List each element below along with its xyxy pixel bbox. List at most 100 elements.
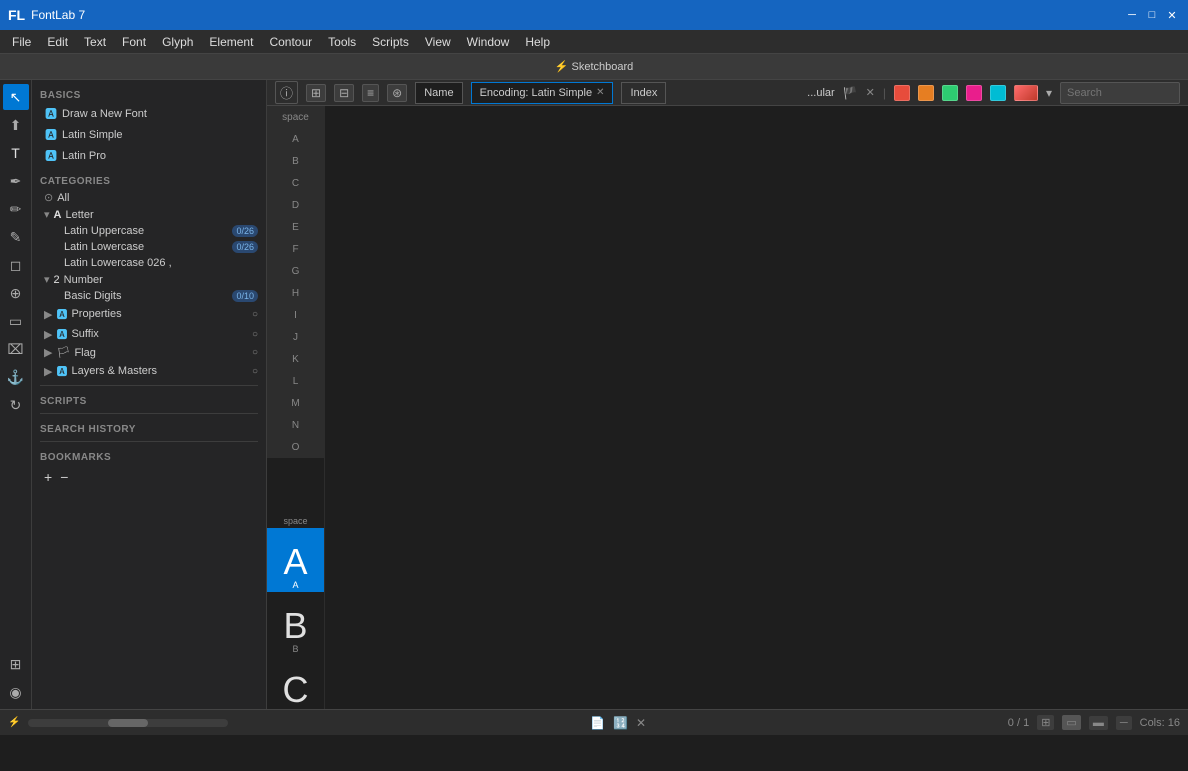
sidebar-item-latin-uppercase[interactable]: Latin Uppercase 0/26 (32, 223, 266, 239)
close-button[interactable]: ✕ (1164, 7, 1180, 23)
knife-tool[interactable]: ⌧ (3, 336, 29, 362)
shapes-tool[interactable]: ▭ (3, 308, 29, 334)
glyph-C[interactable]: CC (267, 656, 325, 709)
view-toggle-4[interactable]: ─ (1116, 716, 1132, 730)
encoding-icon[interactable]: ⊛ (387, 84, 407, 102)
scripts-section-label: SCRIPTS (32, 392, 266, 409)
flag-status-icon[interactable]: 🏴 (843, 86, 858, 100)
view-toggle-2[interactable]: ▭ (1062, 715, 1080, 730)
number-label: Number (64, 274, 103, 286)
latin-lowercase-badge: 0/26 (232, 241, 258, 253)
col-header-N: N (267, 414, 325, 436)
text-tool[interactable]: T (3, 140, 29, 166)
sidebar-item-suffix[interactable]: ▶ 🅰 Suffix ○ (32, 324, 266, 344)
menu-help[interactable]: Help (517, 33, 558, 51)
clear-flag-icon[interactable]: ✕ (866, 86, 875, 99)
sidebar-item-letter[interactable]: ▾ A Letter (32, 206, 266, 223)
properties-icon: 🅰 (56, 306, 67, 322)
compact-view-button[interactable]: ≡ (362, 84, 379, 102)
divider-2 (40, 413, 258, 414)
view-toggle-3[interactable]: ▬ (1089, 716, 1108, 730)
maximize-button[interactable]: □ (1144, 7, 1160, 23)
sidebar-item-latin-simple[interactable]: 🅰 Latin Simple (32, 124, 266, 145)
pointer-tool[interactable]: ⬆ (3, 112, 29, 138)
menu-font[interactable]: Font (114, 33, 154, 51)
tab-name[interactable]: Name (415, 82, 462, 104)
sidebar-item-all[interactable]: ⊙ All (32, 189, 266, 206)
sidebar-item-latin-pro[interactable]: 🅰 Latin Pro (32, 145, 266, 166)
sidebar-item-layers-masters[interactable]: ▶ 🅰 Layers & Masters ○ (32, 361, 266, 381)
encoding-close-icon[interactable]: ✕ (596, 87, 604, 98)
clear-icon: ✕ (636, 716, 646, 730)
menu-contour[interactable]: Contour (261, 33, 320, 51)
app-title: FontLab 7 (31, 8, 85, 22)
search-input[interactable] (1060, 82, 1180, 104)
col-header-O: O (267, 436, 325, 458)
minimize-button[interactable]: ─ (1124, 7, 1140, 23)
menu-glyph[interactable]: Glyph (154, 33, 201, 51)
sidebar-footer: + − (32, 465, 266, 489)
color-swatch-green[interactable] (942, 85, 958, 101)
sidebar-item-latin-lowercase-026[interactable]: Latin Lowercase 026 , (32, 255, 266, 271)
anchor-tool[interactable]: ⚓ (3, 364, 29, 390)
titlebar-left: FL FontLab 7 (8, 7, 85, 23)
layers-masters-label: Layers & Masters (71, 365, 157, 377)
sidebar-item-properties[interactable]: ▶ 🅰 Properties ○ (32, 304, 266, 324)
transform-tool[interactable]: ↻ (3, 392, 29, 418)
menu-window[interactable]: Window (459, 33, 518, 51)
flag-icon: 🏳 (56, 346, 70, 359)
col-header-space: space (267, 106, 325, 128)
tab-name-label: Name (424, 87, 453, 99)
sidebar-item-latin-lowercase[interactable]: Latin Lowercase 0/26 (32, 239, 266, 255)
glyph-B[interactable]: BB (267, 592, 325, 656)
color-swatch-red[interactable] (894, 85, 910, 101)
sidebar-item-new-font[interactable]: 🅰 Draw a New Font (32, 103, 266, 124)
color-swatch-cyan[interactable] (990, 85, 1006, 101)
add-bookmark-button[interactable]: + (44, 469, 52, 485)
grid-view-button[interactable]: ⊟ (334, 84, 354, 102)
list-view-button[interactable]: ⊞ (306, 84, 326, 102)
zoom-tool[interactable]: ⊕ (3, 280, 29, 306)
tab-index[interactable]: Index (621, 82, 666, 104)
glyph-A[interactable]: AA (267, 528, 325, 592)
divider-1 (40, 385, 258, 386)
pencil-tool[interactable]: ✎ (3, 224, 29, 250)
menu-text[interactable]: Text (76, 33, 114, 51)
sidebar-item-number[interactable]: ▾ 2 Number (32, 271, 266, 288)
menu-view[interactable]: View (417, 33, 459, 51)
letter-icon: A (54, 209, 62, 221)
menu-element[interactable]: Element (201, 33, 261, 51)
suffix-icon: 🅰 (56, 326, 67, 342)
glyph-window-tool[interactable]: ⊞ (3, 651, 29, 677)
glyph-space[interactable]: space (267, 458, 325, 528)
menu-edit[interactable]: Edit (39, 33, 76, 51)
sidebar-item-flag[interactable]: ▶ 🏳 Flag ○ (32, 344, 266, 361)
col-header-B: B (267, 150, 325, 172)
statusbar-scrollbar[interactable] (28, 719, 228, 727)
select-tool[interactable]: ↖ (3, 84, 29, 110)
sidebar-item-basic-digits[interactable]: Basic Digits 0/10 (32, 288, 266, 304)
pen-tool[interactable]: ✒ (3, 168, 29, 194)
menu-tools[interactable]: Tools (320, 33, 364, 51)
bookmarks-label: BOOKMARKS (32, 448, 266, 465)
status-left: ⚡ (8, 717, 228, 728)
info-icon[interactable]: ⓘ (275, 81, 298, 104)
color-swatch-orange[interactable] (918, 85, 934, 101)
flag-count: ○ (252, 347, 258, 358)
menu-scripts[interactable]: Scripts (364, 33, 417, 51)
view-toggle-1[interactable]: ⊞ (1037, 715, 1054, 730)
col-header-D: D (267, 194, 325, 216)
col-header-H: H (267, 282, 325, 304)
color-swatch-gradient[interactable] (1014, 85, 1038, 101)
color-chevron-icon[interactable]: ▾ (1046, 86, 1052, 100)
tools-panel: ↖ ⬆ T ✒ ✏ ✎ ◻ ⊕ ▭ ⌧ ⚓ ↻ ⊞ ◉ (0, 80, 32, 709)
preview-tool[interactable]: ◉ (3, 679, 29, 705)
eraser-tool[interactable]: ◻ (3, 252, 29, 278)
remove-bookmark-button[interactable]: − (60, 469, 68, 485)
menu-file[interactable]: File (4, 33, 39, 51)
color-swatch-pink[interactable] (966, 85, 982, 101)
categories-section-label: CATEGORIES (32, 172, 266, 189)
tab-encoding[interactable]: Encoding: Latin Simple ✕ (471, 82, 614, 104)
draw-tool[interactable]: ✏ (3, 196, 29, 222)
grid-header-row: space A B C D E F G H I J K L M N O (267, 106, 1188, 458)
